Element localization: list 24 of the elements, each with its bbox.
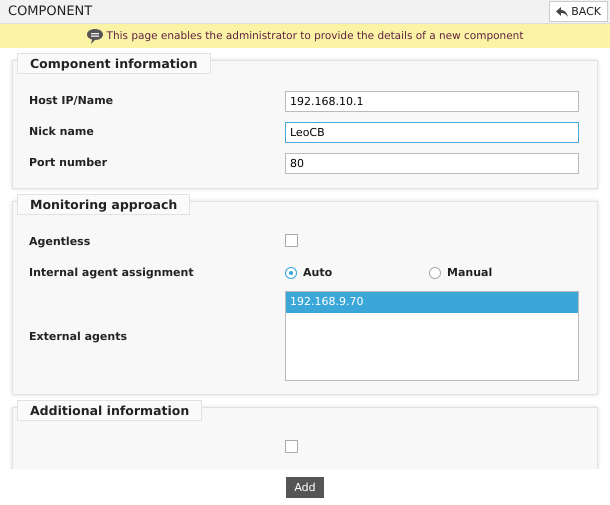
text-field[interactable]: LeoCB <box>285 122 579 142</box>
field-label: Nick name <box>29 125 95 138</box>
checkbox[interactable] <box>285 234 298 247</box>
section-title: Additional information <box>17 400 202 421</box>
field-label: Host IP/Name <box>29 94 114 107</box>
field-label: Port number <box>29 156 108 169</box>
radio-label: Manual <box>447 266 492 279</box>
text-field[interactable]: 80 <box>285 152 579 174</box>
speech-bubble-icon <box>86 28 103 44</box>
radio-label: Auto <box>303 266 332 279</box>
section-title: Component information <box>17 53 211 74</box>
add-button[interactable]: Add <box>286 476 324 498</box>
field-label: Agentless <box>29 235 92 248</box>
checkbox[interactable] <box>285 440 298 453</box>
page-title: COMPONENT <box>8 4 92 19</box>
field-label: External agents <box>29 330 128 342</box>
radio-button[interactable] <box>285 266 297 278</box>
section-title: Monitoring approach <box>17 194 190 215</box>
banner-text: This page enables the administrator to provide the details of a new component <box>106 30 524 42</box>
back-button[interactable]: BACK <box>549 1 608 22</box>
radio-button[interactable] <box>429 266 441 278</box>
back-arrow-icon <box>556 6 568 16</box>
field-label: Internal agent assignment <box>29 266 195 279</box>
text-field[interactable]: 192.168.10.1 <box>285 90 579 112</box>
